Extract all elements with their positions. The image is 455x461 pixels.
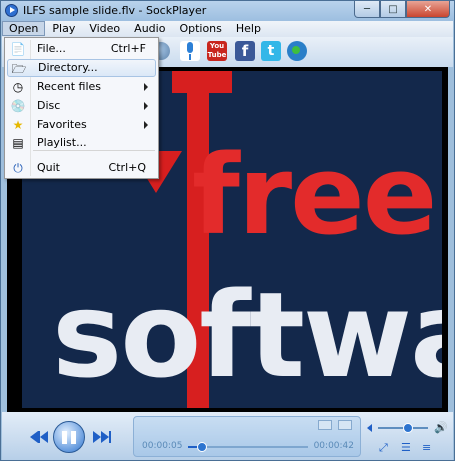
pause-icon-bar bbox=[71, 430, 76, 444]
equalizer-icon[interactable]: ≡ bbox=[422, 441, 431, 454]
volume-up-icon[interactable]: 🔊 bbox=[434, 421, 448, 434]
previous-button[interactable] bbox=[28, 430, 50, 444]
window-title: ILFS sample slide.flv - SockPlayer bbox=[23, 4, 207, 17]
facebook-icon[interactable]: f bbox=[235, 41, 255, 61]
menu-item-recent-files[interactable]: ◷ Recent files bbox=[7, 78, 156, 96]
menu-options[interactable]: Options bbox=[172, 21, 228, 37]
menu-item-shortcut: Ctrl+F bbox=[110, 42, 146, 55]
menu-audio[interactable]: Audio bbox=[127, 21, 172, 37]
menu-item-shortcut: Ctrl+Q bbox=[108, 161, 146, 174]
next-icon bbox=[109, 431, 111, 443]
current-time: 00:00:05 bbox=[142, 441, 183, 451]
playback-controls: 00:00:05 00:00:42 🔊 ⤢ ☰ ≡ bbox=[2, 412, 453, 460]
next-button[interactable] bbox=[91, 430, 113, 444]
menu-open[interactable]: Open bbox=[2, 21, 46, 36]
menu-item-label: Favorites bbox=[37, 118, 87, 131]
menu-item-label: Disc bbox=[37, 99, 61, 112]
logo-free-text: free bbox=[192, 131, 437, 259]
minimize-icon: ─ bbox=[363, 3, 371, 15]
info-panel: 00:00:05 00:00:42 bbox=[133, 416, 361, 457]
menu-separator bbox=[33, 150, 155, 151]
submenu-arrow-icon bbox=[144, 121, 148, 129]
fullscreen-icon[interactable]: ⤢ bbox=[379, 441, 388, 455]
menu-play[interactable]: Play bbox=[45, 21, 82, 37]
menu-item-file[interactable]: 📄 File... Ctrl+F bbox=[7, 40, 156, 58]
disc-icon: 💿 bbox=[10, 99, 26, 113]
file-icon: 📄 bbox=[10, 42, 26, 56]
playlist-icon: ▤ bbox=[12, 136, 24, 150]
previous-icon bbox=[38, 431, 40, 443]
menu-item-label: Directory... bbox=[38, 61, 98, 74]
power-icon: ⏻ bbox=[13, 161, 23, 175]
menu-item-label: File... bbox=[37, 42, 66, 55]
maximize-button[interactable]: □ bbox=[380, 1, 406, 18]
open-menu-dropdown: 📄 File... Ctrl+F 🗁 Directory... ◷ Recent… bbox=[4, 37, 159, 179]
menu-help[interactable]: Help bbox=[229, 21, 268, 37]
submenu-arrow-icon bbox=[144, 83, 148, 91]
volume-slider[interactable] bbox=[378, 423, 428, 433]
logo-software-text: software bbox=[52, 266, 442, 404]
close-icon: ✕ bbox=[423, 3, 433, 15]
seek-bar[interactable] bbox=[188, 442, 308, 452]
pause-button[interactable] bbox=[53, 421, 85, 453]
clock-icon: ◷ bbox=[12, 80, 24, 94]
menu-item-favorites[interactable]: ★ Favorites bbox=[7, 116, 156, 134]
submenu-arrow-icon bbox=[144, 102, 148, 110]
playlist-toggle-icon[interactable]: ☰ bbox=[401, 441, 411, 454]
pause-icon bbox=[62, 430, 67, 444]
web-globe-icon[interactable] bbox=[287, 41, 307, 61]
volume-down-icon[interactable] bbox=[367, 424, 372, 432]
menu-item-label: Recent files bbox=[37, 80, 101, 93]
youtube-icon[interactable]: You Tube bbox=[207, 41, 227, 61]
microphone-icon[interactable] bbox=[180, 41, 200, 61]
menu-item-quit[interactable]: ⏻ Quit Ctrl+Q bbox=[7, 159, 156, 177]
volume-thumb[interactable] bbox=[403, 423, 413, 433]
sockplayer-app-icon[interactable] bbox=[5, 4, 18, 17]
star-icon: ★ bbox=[12, 118, 24, 132]
snapshot-icon[interactable] bbox=[318, 420, 332, 430]
app-window: ILFS sample slide.flv - SockPlayer ─ □ ✕… bbox=[0, 0, 455, 461]
title-bar: ILFS sample slide.flv - SockPlayer ─ □ ✕ bbox=[1, 1, 454, 21]
menu-item-label: Quit bbox=[37, 161, 60, 174]
total-time: 00:00:42 bbox=[313, 441, 354, 451]
maximize-icon: □ bbox=[388, 3, 398, 15]
seek-thumb[interactable] bbox=[197, 442, 208, 452]
minimize-button[interactable]: ─ bbox=[354, 1, 380, 18]
twitter-icon[interactable]: t bbox=[261, 41, 281, 61]
folder-icon: 🗁 bbox=[11, 62, 27, 76]
menu-item-disc[interactable]: 💿 Disc bbox=[7, 97, 156, 115]
close-button[interactable]: ✕ bbox=[406, 1, 450, 18]
subtitle-icon[interactable] bbox=[338, 420, 352, 430]
menu-video[interactable]: Video bbox=[82, 21, 127, 37]
window-controls: ─ □ ✕ bbox=[354, 1, 450, 19]
menu-item-directory[interactable]: 🗁 Directory... bbox=[7, 59, 156, 77]
menu-bar: Open Play Video Audio Options Help bbox=[2, 21, 453, 37]
